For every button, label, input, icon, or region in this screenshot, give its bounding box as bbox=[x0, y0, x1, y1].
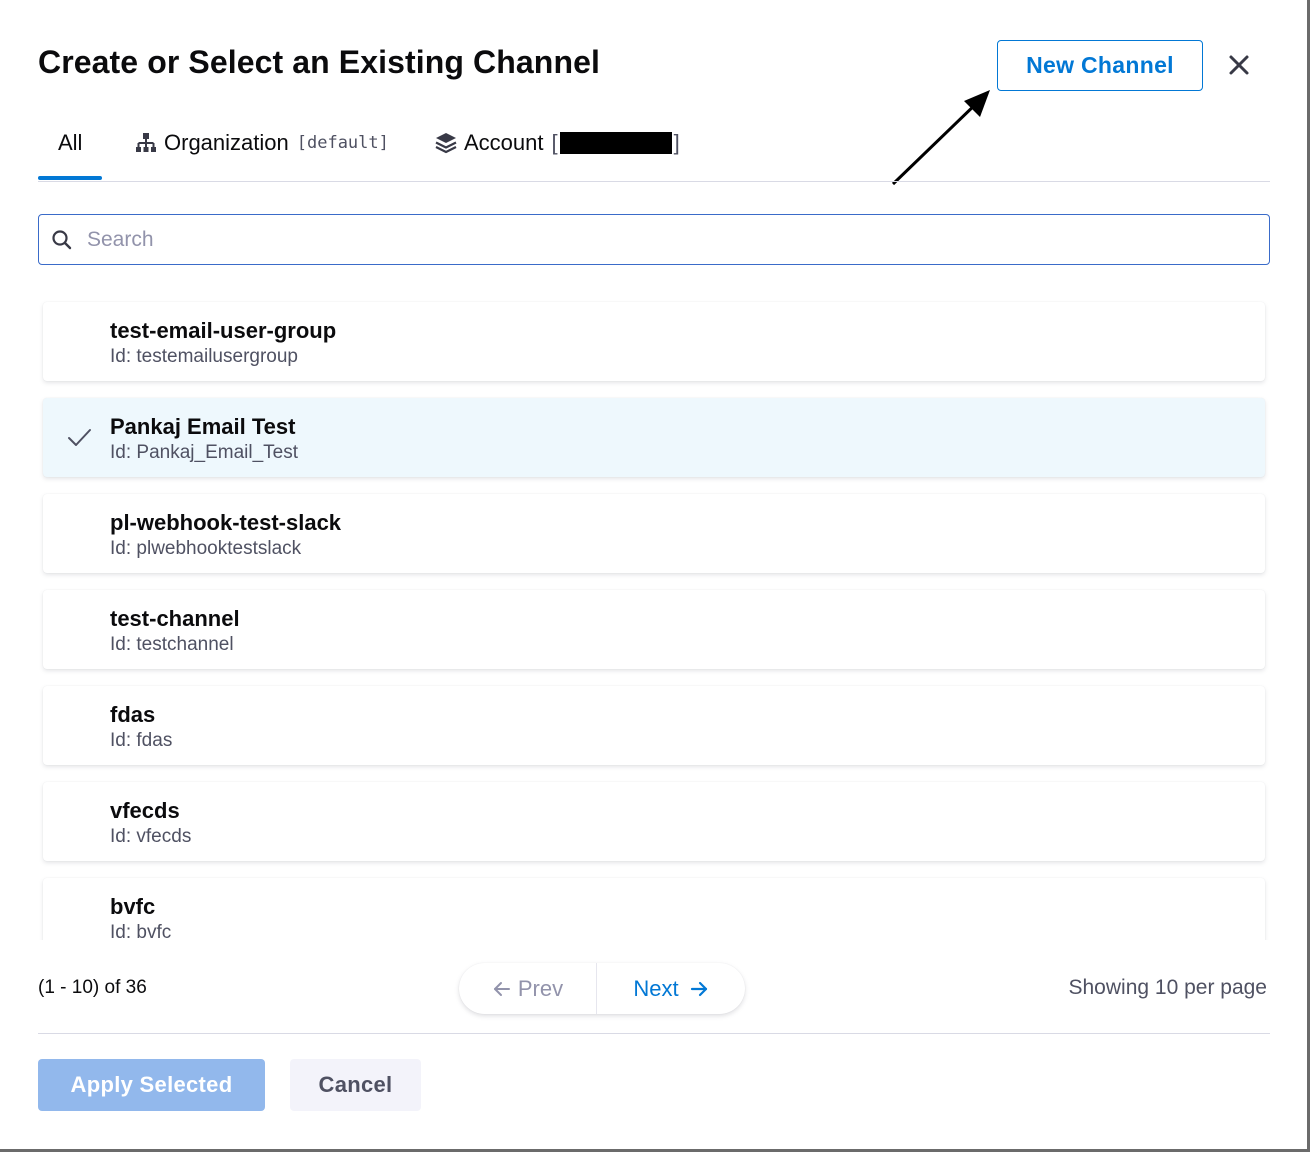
channel-row[interactable]: fdas Id: fdas bbox=[43, 686, 1265, 765]
arrow-left-icon bbox=[493, 981, 510, 996]
tab-account-label: Account bbox=[464, 130, 544, 155]
next-label: Next bbox=[633, 975, 679, 1001]
channel-dialog: Create or Select an Existing Channel New… bbox=[0, 0, 1310, 1152]
tab-organization-label: Organization bbox=[164, 130, 289, 155]
channel-id: Id: Pankaj_Email_Test bbox=[110, 442, 298, 463]
pagination-count: (1 - 10) of 36 bbox=[38, 977, 147, 998]
pagination-controls: Prev Next bbox=[459, 963, 745, 1014]
tab-organization[interactable]: Organization [default] bbox=[134, 130, 389, 156]
search-icon bbox=[52, 229, 72, 249]
channel-id: Id: vfecds bbox=[110, 826, 192, 847]
per-page-text: Showing 10 per page bbox=[1068, 976, 1268, 999]
channel-row-selected[interactable]: Pankaj Email Test Id: Pankaj_Email_Test bbox=[43, 398, 1265, 477]
channel-name: test-channel bbox=[110, 606, 240, 631]
channel-name: test-email-user-group bbox=[110, 318, 337, 343]
channel-row[interactable]: bvfc Id: bvfc bbox=[43, 878, 1265, 940]
dialog-title: Create or Select an Existing Channel bbox=[38, 44, 600, 80]
channel-id: Id: testchannel bbox=[110, 634, 234, 655]
channel-row[interactable]: vfecds Id: vfecds bbox=[43, 782, 1265, 861]
channel-list[interactable]: test-email-user-group Id: testemailuserg… bbox=[38, 290, 1270, 940]
channel-id: Id: fdas bbox=[110, 730, 173, 751]
channel-id: Id: bvfc bbox=[110, 922, 172, 940]
tab-account-scope-close: ] bbox=[673, 130, 680, 155]
checkmark-icon bbox=[68, 429, 91, 446]
scope-tabs: All Organization [default] Account [] bbox=[38, 120, 1270, 182]
channel-name: Pankaj Email Test bbox=[110, 414, 296, 439]
prev-page-button[interactable]: Prev bbox=[459, 963, 597, 1014]
footer-divider bbox=[38, 1033, 1270, 1034]
next-page-button[interactable]: Next bbox=[597, 963, 745, 1014]
tab-all-label: All bbox=[58, 130, 83, 155]
channel-name: fdas bbox=[110, 702, 156, 727]
cancel-button[interactable]: Cancel bbox=[290, 1059, 421, 1111]
search-box bbox=[38, 214, 1270, 265]
channel-row[interactable]: test-email-user-group Id: testemailuserg… bbox=[43, 302, 1265, 381]
layers-icon bbox=[435, 133, 457, 154]
channel-row[interactable]: test-channel Id: testchannel bbox=[43, 590, 1265, 669]
new-channel-button[interactable]: New Channel bbox=[997, 40, 1203, 91]
org-hierarchy-icon bbox=[136, 133, 156, 152]
tab-all[interactable]: All bbox=[58, 130, 82, 156]
apply-selected-button[interactable]: Apply Selected bbox=[38, 1059, 265, 1111]
redacted-account-name bbox=[559, 132, 672, 154]
search-input[interactable] bbox=[87, 227, 1187, 252]
close-icon[interactable] bbox=[1224, 50, 1254, 80]
channel-name: pl-webhook-test-slack bbox=[110, 510, 342, 535]
channel-name: bvfc bbox=[110, 894, 156, 919]
tab-account[interactable]: Account [] bbox=[434, 130, 680, 156]
active-tab-indicator bbox=[38, 176, 102, 180]
tab-organization-scope: [default] bbox=[296, 133, 389, 153]
tab-account-scope-open: [ bbox=[551, 130, 558, 155]
channel-row[interactable]: pl-webhook-test-slack Id: plwebhooktests… bbox=[43, 494, 1265, 573]
channel-id: Id: testemailusergroup bbox=[110, 346, 298, 367]
channel-name: vfecds bbox=[110, 798, 180, 823]
arrow-right-icon bbox=[690, 981, 707, 996]
channel-id: Id: plwebhooktestslack bbox=[110, 538, 302, 559]
prev-label: Prev bbox=[517, 975, 564, 1001]
